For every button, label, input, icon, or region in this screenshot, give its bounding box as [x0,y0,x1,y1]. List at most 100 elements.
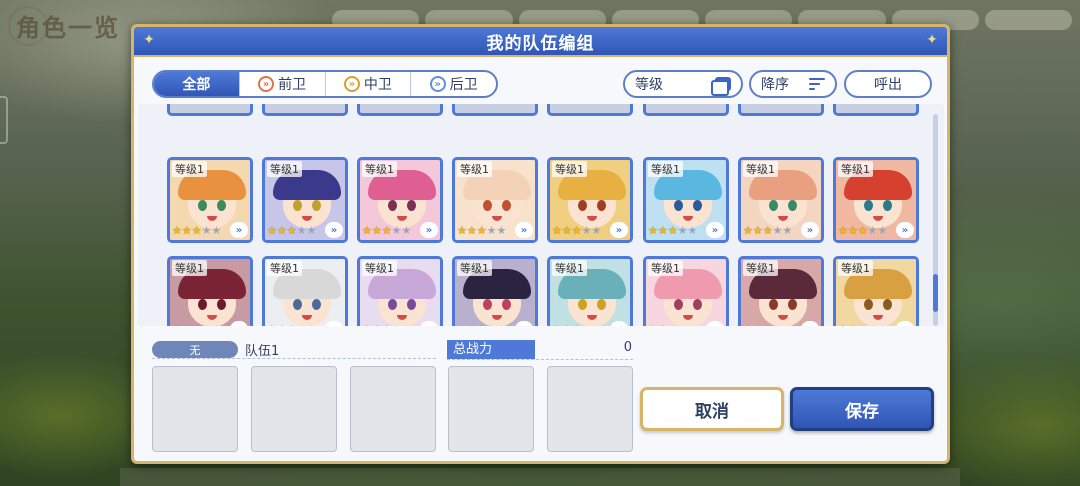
star-icon: ★ [372,324,382,327]
character-card[interactable]: 等级1★★★★★» [547,157,633,243]
character-card-partial[interactable] [738,104,824,116]
character-card[interactable]: 等级1★★★★★» [262,157,348,243]
character-card[interactable]: 等级1★★★★★» [357,256,443,326]
star-icon: ★ [591,224,602,237]
star-icon: ★ [552,224,562,237]
star-icon: ★ [658,324,668,327]
sort-key-button[interactable]: 等级 [623,70,743,98]
tab-label: 中卫 [363,77,392,93]
character-eye [578,200,587,211]
tab-middle[interactable]: » 中卫 [324,72,411,96]
star-icon: ★ [402,324,412,327]
rank-chevron-icon: » [610,222,628,238]
star-icon: ★ [362,224,372,237]
star-rating: ★★★★★ [743,225,792,237]
star-icon: ★ [858,324,868,327]
character-eye [883,200,892,211]
character-card[interactable]: 等级1★★★★★» [167,157,253,243]
character-card-partial[interactable] [833,104,919,116]
star-icon: ★ [202,324,212,327]
total-power-label: 总战力 [447,340,535,359]
character-card[interactable]: 等级1★★★★★» [833,256,919,326]
star-rating: ★★★★★ [743,324,793,327]
character-eye [217,200,226,211]
tab-front[interactable]: » 前卫 [238,72,325,96]
character-level: 等级1 [267,260,302,276]
save-button[interactable]: 保存 [790,387,934,431]
star-icon: ★ [648,224,658,237]
star-icon: ★ [267,224,277,237]
team-slot-4[interactable] [448,366,534,452]
character-card[interactable]: 等级1★★★★★» [167,256,253,326]
sort-order-button[interactable]: 降序 [749,70,837,98]
middle-role-icon: » [343,76,360,92]
star-icon: ★ [668,324,678,327]
dialog-header: ✦ 我的队伍编组 ✦ [134,27,947,57]
star-icon: ★ [306,224,317,237]
star-icon: ★ [753,324,763,327]
character-card[interactable]: 等级1★★★★★» [643,256,729,326]
star-icon: ★ [382,324,392,327]
star-rating: ★★★★★ [838,324,887,327]
star-icon: ★ [868,324,878,327]
character-eye [388,200,397,211]
star-icon: ★ [571,224,582,237]
character-card-partial[interactable] [262,104,348,116]
star-icon: ★ [267,324,277,327]
character-card-partial[interactable] [357,104,443,116]
star-icon: ★ [172,224,182,237]
star-rating: ★★★★★ [552,225,601,237]
character-card[interactable]: 等级1★★★★★» [643,157,729,243]
scrollbar-thumb[interactable] [933,274,938,312]
character-grid[interactable]: 等级1 ★ ★ ★ ★ ★» 等级1 ★ ★ ★ ★ ★» 等级1 ★ ★ ★ ★ ★» 等级1 ★ ★ ★ ★ ★» 等级1 ★… [138,104,944,326]
team-slot-1[interactable] [152,366,238,452]
star-icon: ★ [277,324,287,327]
team-slot-2[interactable] [251,366,337,452]
team-slot-3[interactable] [350,366,436,452]
character-card[interactable]: 等级1★★★★★» [452,256,538,326]
character-card[interactable]: 等级1★★★★★» [833,157,919,243]
character-card[interactable]: 等级1★★★★★» [452,157,538,243]
star-icon: ★ [401,224,412,237]
tab-all[interactable]: 全部 [154,72,239,96]
star-icon: ★ [783,324,793,327]
character-card-partial[interactable] [643,104,729,116]
character-card[interactable]: 等级1★★★★★» [547,256,633,326]
background-page-title: 角色一览 [16,14,120,42]
background-bottom-nav [120,468,960,486]
star-icon: ★ [772,224,783,237]
character-card[interactable]: 等级1★★★★★» [357,157,443,243]
star-icon: ★ [457,224,467,237]
character-card[interactable]: 等级1★★★★★» [738,256,824,326]
character-card-partial[interactable] [452,104,538,116]
grid-scrollbar[interactable] [933,114,938,326]
star-rating: ★★★★★ [362,225,411,237]
character-mouth [207,315,217,320]
character-eye [502,299,511,310]
star-icon: ★ [847,224,858,237]
character-eye [312,200,321,211]
character-mouth [778,315,788,320]
character-card-partial[interactable] [547,104,633,116]
character-eye [674,200,683,211]
character-card-partial[interactable] [167,104,253,116]
cancel-button[interactable]: 取消 [640,387,784,431]
character-level: 等级1 [648,260,683,276]
team-slot-5[interactable] [547,366,633,452]
team-tag-badge[interactable]: 无 [152,341,238,358]
tab-rear[interactable]: » 后卫 [410,72,496,96]
character-level: 等级1 [267,161,302,177]
star-rating: ★★★★★ [267,324,316,327]
rank-chevron-icon: » [801,222,819,238]
character-card[interactable]: 等级1★★★★★» [262,256,348,326]
character-mouth [873,216,883,221]
character-eye [388,299,397,310]
character-card[interactable]: 等级1★★★★★» [738,157,824,243]
call-button[interactable]: 呼出 [844,70,932,98]
star-icon: ★ [182,324,192,327]
character-mouth [397,315,407,320]
star-icon: ★ [667,224,678,237]
character-eye [293,200,302,211]
sort-order-label: 降序 [761,77,789,93]
total-power-value: 0 [623,340,632,355]
